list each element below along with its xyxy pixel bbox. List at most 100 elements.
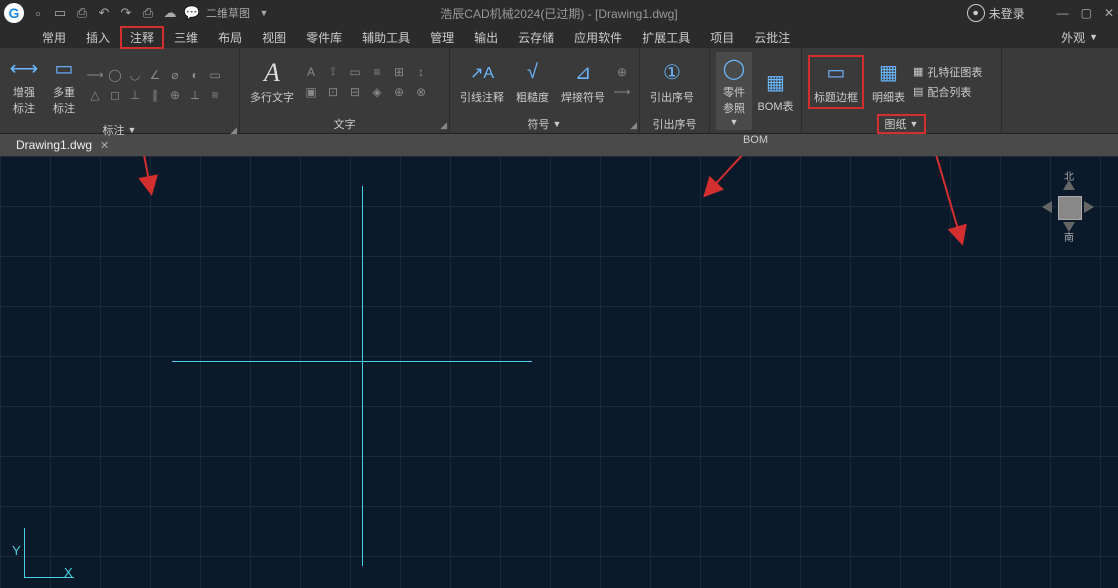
text-small-9[interactable]: ⊟	[346, 83, 364, 101]
text-small-5[interactable]: ⊞	[390, 63, 408, 81]
dim-small-4[interactable]: ∠	[146, 66, 164, 84]
tab-parts[interactable]: 零件库	[296, 26, 352, 49]
workspace-dropdown-icon[interactable]: ▼	[256, 5, 272, 21]
tab-layout[interactable]: 布局	[208, 26, 252, 49]
user-status[interactable]: ⏺ 未登录	[967, 4, 1025, 22]
dim-small-10[interactable]: ⊥	[126, 86, 144, 104]
detail-table-button[interactable]: ▦ 明细表	[868, 57, 909, 107]
dim-small-11[interactable]: ∥	[146, 86, 164, 104]
chevron-down-icon: ▼	[128, 125, 137, 135]
tab-tools[interactable]: 辅助工具	[352, 26, 420, 49]
part-ref-icon: ◯	[720, 54, 748, 82]
text-small-11[interactable]: ⊕	[390, 83, 408, 101]
ribbon-group-dimension-label[interactable]: 标注▼ ◢	[0, 122, 239, 138]
close-icon[interactable]: ✕	[100, 139, 109, 152]
hole-feature-table-button[interactable]: ▦ 孔特征图表	[913, 64, 982, 80]
detail-table-icon: ▦	[875, 59, 903, 87]
tab-annotate[interactable]: 注释	[120, 26, 164, 49]
tab-output[interactable]: 输出	[464, 26, 508, 49]
viewcube-east[interactable]	[1084, 201, 1094, 213]
tab-common[interactable]: 常用	[32, 26, 76, 49]
enhanced-dimension-button[interactable]: ⟷ 增强 标注	[6, 52, 42, 118]
cloud-icon[interactable]: ☁	[162, 5, 178, 21]
dim-small-12[interactable]: ⊕	[166, 86, 184, 104]
text-small-12[interactable]: ⊗	[412, 83, 430, 101]
dim-small-9[interactable]: ◻	[106, 86, 124, 104]
tab-view[interactable]: 视图	[252, 26, 296, 49]
text-small-6[interactable]: ↕	[412, 63, 430, 81]
save-icon[interactable]: ⎙	[74, 5, 90, 21]
bom-table-button[interactable]: ▦ BOM表	[756, 66, 795, 116]
tab-3d[interactable]: 三维	[164, 26, 208, 49]
open-file-icon[interactable]: ▭	[52, 5, 68, 21]
multi-dimension-button[interactable]: ▭ 多重 标注	[46, 52, 82, 118]
quick-access-toolbar: ▫ ▭ ⎙ ↶ ↷ ⎙ ☁ 💬 二维草图 ▼	[30, 5, 272, 21]
sym-small-2[interactable]: ⟶	[613, 83, 631, 101]
fit-list-icon: ▤	[913, 85, 923, 98]
maximize-button[interactable]: ▢	[1081, 6, 1092, 20]
ribbon-group-sheet-label[interactable]: 图纸▼	[802, 115, 1001, 133]
tab-cloud-annotate[interactable]: 云批注	[744, 26, 800, 49]
tab-apps[interactable]: 应用软件	[564, 26, 632, 49]
dim-small-1[interactable]: ⟶	[86, 66, 104, 84]
fit-list-button[interactable]: ▤ 配合列表	[913, 84, 982, 100]
crosshair-vertical	[362, 186, 363, 566]
new-file-icon[interactable]: ▫	[30, 5, 46, 21]
redo-icon[interactable]: ↷	[118, 5, 134, 21]
viewcube-north[interactable]	[1063, 180, 1075, 190]
tab-cloud-storage[interactable]: 云存储	[508, 26, 564, 49]
leader-icon: ↗A	[468, 59, 496, 87]
balloon-button[interactable]: ① 引出序号	[646, 57, 698, 107]
dim-small-13[interactable]: ⟂	[186, 86, 204, 104]
ribbon-group-symbol-label[interactable]: 符号▼ ◢	[450, 115, 639, 133]
text-small-2[interactable]: ⟟	[324, 63, 342, 81]
tab-project[interactable]: 项目	[700, 26, 744, 49]
text-small-8[interactable]: ⊡	[324, 83, 342, 101]
tab-ext-tools[interactable]: 扩展工具	[632, 26, 700, 49]
text-small-7[interactable]: ▣	[302, 83, 320, 101]
weld-symbol-button[interactable]: ⊿ 焊接符号	[557, 57, 609, 107]
viewcube-face[interactable]	[1058, 196, 1082, 220]
dialog-launcher-icon[interactable]: ◢	[230, 125, 237, 136]
undo-icon[interactable]: ↶	[96, 5, 112, 21]
text-small-10[interactable]: ◈	[368, 83, 386, 101]
appearance-menu[interactable]: 外观 ▼	[1061, 29, 1118, 46]
document-tab[interactable]: Drawing1.dwg ✕	[8, 136, 117, 154]
canvas-grid	[0, 156, 1118, 588]
text-small-1[interactable]: A	[302, 63, 320, 81]
text-small-3[interactable]: ▭	[346, 63, 364, 81]
dialog-launcher-icon[interactable]: ◢	[630, 120, 637, 131]
app-logo[interactable]: G	[4, 3, 24, 23]
text-small-4[interactable]: ≡	[368, 63, 386, 81]
leader-note-button[interactable]: ↗A 引线注释	[456, 57, 508, 107]
dim-small-5[interactable]: ⌀	[166, 66, 184, 84]
title-block-button[interactable]: ▭ 标题边框	[808, 55, 864, 109]
viewcube[interactable]: 北 南	[1038, 176, 1098, 236]
minimize-button[interactable]: —	[1057, 6, 1069, 20]
enhanced-dim-label: 增强 标注	[13, 84, 35, 116]
dim-small-2[interactable]: ◯	[106, 66, 124, 84]
balloon-label: 引出序号	[650, 89, 694, 105]
tab-manage[interactable]: 管理	[420, 26, 464, 49]
close-button[interactable]: ✕	[1104, 6, 1114, 20]
chat-icon[interactable]: 💬	[184, 5, 200, 21]
hole-icon: ▦	[913, 65, 923, 78]
dim-small-8[interactable]: △	[86, 86, 104, 104]
ribbon-group-symbol: ↗A 引线注释 √ 粗糙度 ⊿ 焊接符号 ⊕ ⟶ 符号▼ ◢	[450, 48, 640, 133]
roughness-button[interactable]: √ 粗糙度	[512, 57, 553, 107]
workspace-label[interactable]: 二维草图	[206, 5, 250, 21]
multiline-text-button[interactable]: A 多行文字	[246, 57, 298, 107]
viewcube-west[interactable]	[1042, 201, 1052, 213]
dim-small-6[interactable]: ◐	[186, 66, 204, 84]
part-ref-label: 零件 参照▼	[720, 84, 748, 128]
dialog-launcher-icon[interactable]: ◢	[440, 120, 447, 131]
dim-small-14[interactable]: ≡	[206, 86, 224, 104]
part-ref-button[interactable]: ◯ 零件 参照▼	[716, 52, 752, 130]
dim-small-3[interactable]: ◡	[126, 66, 144, 84]
print-icon[interactable]: ⎙	[140, 5, 156, 21]
tab-insert[interactable]: 插入	[76, 26, 120, 49]
sym-small-1[interactable]: ⊕	[613, 63, 631, 81]
dim-small-7[interactable]: ▭	[206, 66, 224, 84]
ribbon-group-bom-label: BOM	[710, 134, 801, 146]
drawing-canvas[interactable]: Y X 北 南	[0, 156, 1118, 588]
